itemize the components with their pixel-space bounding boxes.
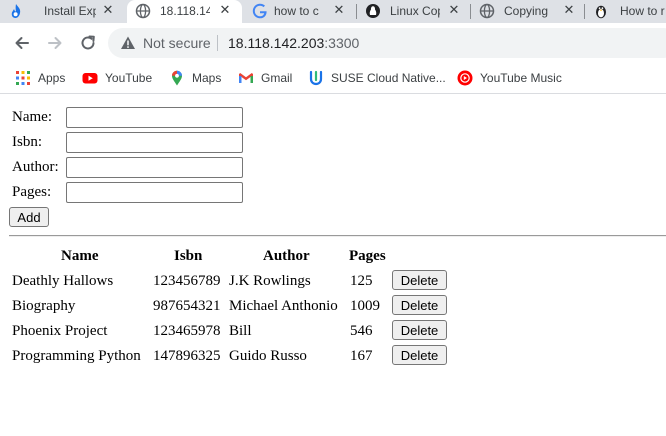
book-author-cell: Guido Russo [229,348,307,364]
suse-icon [309,70,323,86]
author-label: Author: [12,159,59,175]
pages-input[interactable] [66,182,243,203]
name-label: Name: [12,109,52,125]
book-author-cell: Michael Anthonio [229,298,338,314]
bookmark-youtube-music[interactable]: YouTube Music [457,69,562,87]
tab-title: how to c [274,4,319,18]
blue-flame-icon [11,4,21,18]
url-port: :3300 [324,35,360,51]
column-header-name: Name [61,248,99,264]
tab-strip: Install Exp ✕ 18.118.14 ✕ how to c ✕ Lin… [0,0,666,23]
forward-arrow-icon[interactable] [45,33,65,53]
delete-button[interactable]: Delete [392,270,447,290]
book-pages-cell: 1009 [350,298,380,314]
book-author-cell: J.K Rowlings [229,273,311,289]
tab-how-to-c[interactable]: how to c ✕ [244,0,354,23]
warning-triangle-icon[interactable] [120,35,136,51]
apps-grid-icon [16,71,30,85]
tab-title: How to r [620,4,665,18]
book-isbn-cell: 147896325 [153,348,221,364]
url-host: 18.118.142.203 [228,35,325,51]
delete-button[interactable]: Delete [392,295,447,315]
bookmark-label: YouTube Music [480,71,562,85]
book-isbn-cell: 123456789 [153,273,221,289]
book-isbn-cell: 987654321 [153,298,221,314]
maps-pin-icon [172,70,182,86]
bookmark-label: Apps [38,71,66,85]
tab-title: Copying [504,4,549,18]
column-header-author: Author [263,248,310,264]
add-button[interactable]: Add [9,207,49,227]
pages-label: Pages: [12,184,52,200]
page-content: Name: Isbn: Author: Pages: Add Name Isbn… [0,95,666,436]
book-author-cell: Bill [229,323,252,339]
youtube-music-icon [457,70,473,86]
google-icon [252,3,267,19]
tab-install-exp[interactable]: Install Exp ✕ [0,0,126,23]
tab-linux-cop[interactable]: Linux Cop ✕ [357,0,469,23]
column-header-isbn: Isbn [174,248,203,264]
bookmark-label: Maps [192,71,222,85]
book-pages-cell: 167 [350,348,373,364]
bookmarks-bar: Apps YouTube Maps Gmail SUSE Cloud Nativ… [0,63,666,94]
form-divider [9,235,666,237]
book-name-cell: Phoenix Project [12,323,108,339]
penguin-icon [596,5,606,19]
column-header-pages: Pages [349,248,386,264]
gmail-icon [239,73,253,83]
not-secure-label[interactable]: Not secure [143,34,211,52]
tab-how-to-r[interactable]: How to r [585,0,666,23]
globe-icon [479,3,495,19]
isbn-input[interactable] [66,132,243,153]
book-name-cell: Biography [12,298,76,314]
delete-button[interactable]: Delete [392,345,447,365]
close-tab-icon[interactable]: ✕ [446,3,462,19]
youtube-icon [82,73,98,84]
book-pages-cell: 546 [350,323,373,339]
tab-18-118-14[interactable]: 18.118.14 ✕ [127,0,242,23]
book-name-cell: Programming Python [12,348,141,364]
linux-icon [366,4,380,18]
address-divider [217,35,218,51]
bookmark-maps[interactable]: Maps [169,69,221,87]
delete-button[interactable]: Delete [392,320,447,340]
book-isbn-cell: 123465978 [153,323,221,339]
close-tab-icon[interactable]: ✕ [100,3,116,19]
bookmark-gmail[interactable]: Gmail [238,69,292,87]
tab-title: Linux Cop [390,4,440,18]
book-pages-cell: 125 [350,273,373,289]
close-tab-icon[interactable]: ✕ [561,3,577,19]
close-tab-icon[interactable]: ✕ [217,3,233,19]
url-text[interactable]: 18.118.142.203:3300 [228,34,359,52]
tab-copying[interactable]: Copying ✕ [471,0,583,23]
bookmark-label: Gmail [261,71,293,85]
isbn-label: Isbn: [12,134,42,150]
tab-title: Install Exp [44,4,96,18]
bookmark-label: YouTube [105,71,153,85]
browser-toolbar: Not secure 18.118.142.203:3300 [0,23,666,63]
back-arrow-icon[interactable] [12,33,32,53]
name-input[interactable] [66,107,243,128]
bookmark-apps[interactable]: Apps [15,69,65,87]
bookmark-label: SUSE Cloud Native... [331,71,446,85]
book-name-cell: Deathly Hallows [12,273,114,289]
address-bar[interactable]: Not secure 18.118.142.203:3300 [108,28,666,58]
reload-icon[interactable] [78,33,98,53]
globe-icon [135,3,151,19]
author-input[interactable] [66,157,243,178]
tab-title: 18.118.14 [160,4,210,18]
bookmark-suse-cloud-native[interactable]: SUSE Cloud Native... [308,69,446,87]
bookmark-youtube[interactable]: YouTube [82,69,152,87]
close-tab-icon[interactable]: ✕ [331,3,347,19]
